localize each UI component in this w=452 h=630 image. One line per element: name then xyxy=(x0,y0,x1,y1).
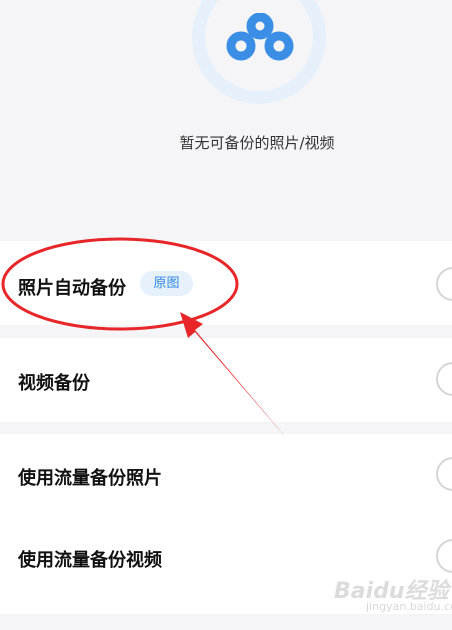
empty-state-message: 暂无可备份的照片/视频 xyxy=(179,134,335,152)
setting-label: 视频备份 xyxy=(18,373,90,394)
quality-badge[interactable]: 原图 xyxy=(140,271,193,296)
setting-label: 使用流量备份视频 xyxy=(18,550,162,571)
watermark-url: jingyan.baidu.com xyxy=(366,600,452,613)
empty-state-area: 暂无可备份的照片/视频 xyxy=(0,0,452,240)
setting-label: 使用流量备份照片 xyxy=(18,468,162,489)
setting-label: 照片自动备份 xyxy=(18,278,126,299)
setting-row-data-photo[interactable]: 使用流量备份照片 xyxy=(0,456,452,496)
setting-row-data-video[interactable]: 使用流量备份视频 xyxy=(0,538,452,578)
cloud-logo-icon xyxy=(226,13,294,61)
setting-row-video-backup[interactable]: 视频备份 xyxy=(0,361,452,401)
setting-row-photo-auto-backup[interactable]: 照片自动备份 xyxy=(0,266,452,306)
